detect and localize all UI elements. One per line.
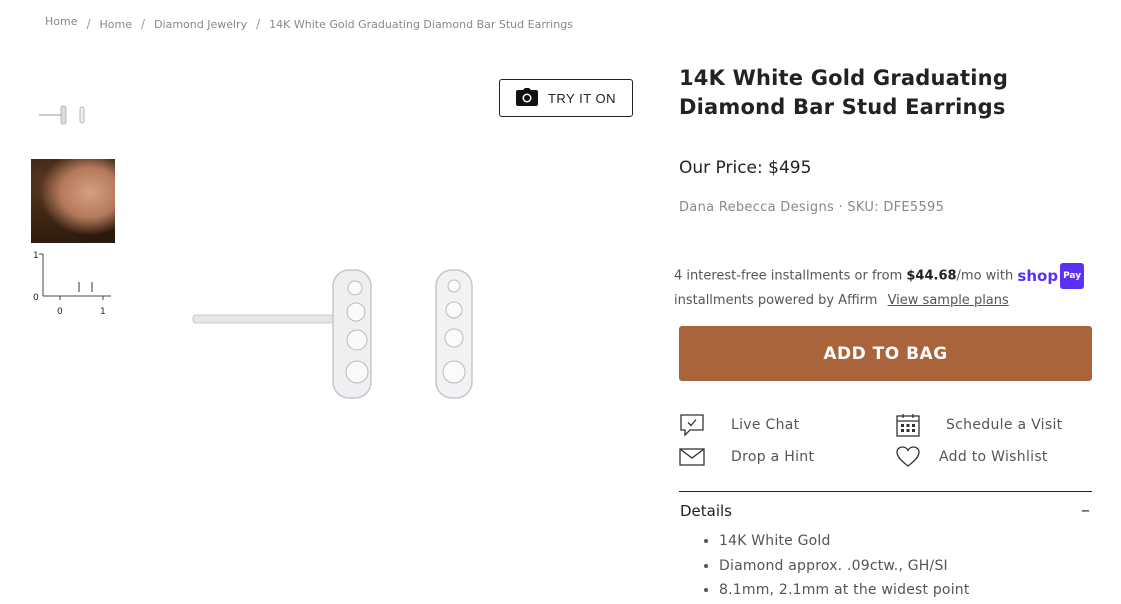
add-to-wishlist-button[interactable]: Add to Wishlist [895, 445, 1048, 469]
view-sample-plans-link[interactable]: View sample plans [888, 293, 1009, 308]
installments-affirm-text: installments powered by Affirm [674, 293, 878, 308]
drop-a-hint-button[interactable]: Drop a Hint [679, 445, 814, 469]
breadcrumb-diamond-jewelry[interactable]: Diamond Jewelry [154, 18, 247, 31]
shop-pay-shop-text: shop [1017, 267, 1059, 285]
live-chat-button[interactable]: Live Chat [679, 413, 799, 437]
product-info: 14K White Gold Graduating Diamond Bar St… [679, 64, 1092, 215]
price-value: $495 [768, 158, 812, 178]
ruler-label: 1 [100, 307, 106, 317]
main-product-image[interactable] [135, 60, 645, 500]
live-chat-label: Live Chat [731, 417, 800, 433]
add-to-bag-button[interactable]: ADD TO BAG [679, 326, 1092, 381]
try-it-on-label: TRY IT ON [547, 90, 617, 106]
details-divider [679, 491, 1092, 492]
breadcrumb-separator: / [256, 17, 261, 31]
thumbnail-earrings[interactable] [31, 74, 115, 158]
details-item: Diamond approx. .09ctw., GH/SI [719, 554, 970, 579]
chat-bubble-icon [679, 413, 705, 437]
breadcrumb-current-product: 14K White Gold Graduating Diamond Bar St… [269, 17, 573, 31]
ruler-label: 1 [33, 251, 39, 261]
details-accordion-header[interactable]: Details – [680, 500, 1090, 521]
details-item: 8.1mm, 2.1mm at the widest point [719, 578, 970, 603]
schedule-visit-button[interactable]: Schedule a Visit [895, 413, 1062, 437]
thumbnail-scale-ruler[interactable]: 1 0 0 1 [31, 244, 115, 328]
breadcrumb-home-root[interactable]: Home [45, 15, 77, 28]
shop-pay-pay-badge: Pay [1060, 263, 1085, 289]
details-heading: Details [680, 501, 733, 520]
details-item: 14K White Gold [719, 529, 970, 554]
breadcrumb: Home / Home / Diamond Jewelry / 14K Whit… [45, 15, 573, 32]
thumbnail-model-wearing[interactable] [31, 159, 115, 243]
envelope-icon [679, 445, 705, 469]
try-it-on-button[interactable]: TRY IT ON [499, 79, 633, 117]
breadcrumb-home[interactable]: Home [100, 18, 132, 31]
installments-info: 4 interest-free installments or from $44… [674, 263, 1114, 313]
breadcrumb-separator: / [141, 17, 146, 31]
ruler-label: 0 [33, 293, 39, 303]
product-title: 14K White Gold Graduating Diamond Bar St… [679, 66, 1009, 119]
thumbnail-gallery: 1 0 0 1 [31, 74, 115, 329]
collapse-icon[interactable]: – [1081, 500, 1090, 521]
schedule-visit-label: Schedule a Visit [946, 417, 1063, 433]
calendar-icon [895, 413, 921, 437]
ruler-label: 0 [57, 307, 63, 317]
drop-a-hint-label: Drop a Hint [731, 449, 815, 465]
shop-pay-logo: shop Pay [1017, 263, 1085, 289]
camera-icon [515, 87, 538, 109]
price-label: Our Price: [679, 158, 763, 178]
brand-sku: Dana Rebecca Designs · SKU: DFE5595 [679, 200, 945, 215]
breadcrumb-separator: / [86, 17, 91, 31]
installments-prefix: 4 interest-free installments or from [674, 268, 903, 284]
add-to-wishlist-label: Add to Wishlist [939, 449, 1048, 465]
installments-suffix: /mo with [956, 268, 1014, 284]
details-list: 14K White Gold Diamond approx. .09ctw., … [700, 529, 970, 603]
heart-icon [895, 445, 921, 469]
installment-amount: $44.68 [906, 268, 957, 284]
product-price: Our Price: $495 [679, 158, 1092, 178]
